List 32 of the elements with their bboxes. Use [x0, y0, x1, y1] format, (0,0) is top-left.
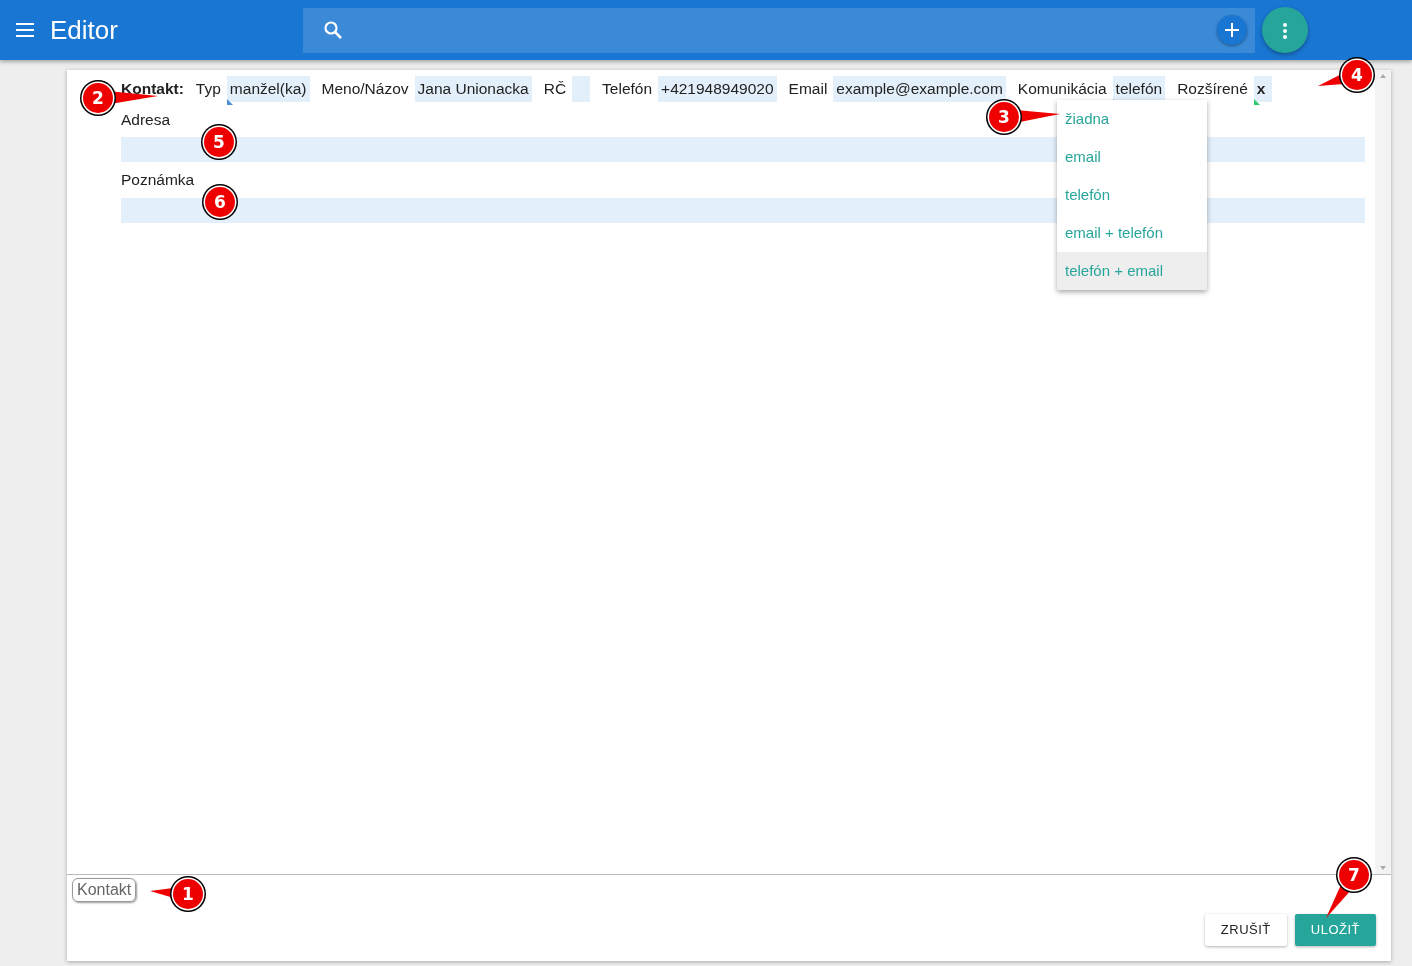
add-button[interactable]: [1216, 14, 1247, 45]
field-label: Typ: [195, 79, 221, 100]
menu-icon[interactable]: [16, 23, 34, 37]
tab-chip[interactable]: Kontakt: [72, 878, 137, 902]
search-icon: [322, 19, 343, 40]
select-field[interactable]: manžel(ka): [226, 76, 310, 102]
scroll-down-icon[interactable]: [1380, 866, 1386, 870]
text-field[interactable]: Jana Unionacka: [414, 76, 532, 102]
callout-marker: 6: [201, 183, 239, 221]
text-field[interactable]: +421948949020: [658, 76, 777, 102]
field-label: Komunikácia: [1017, 79, 1107, 100]
scroll-up-icon[interactable]: [1380, 74, 1386, 78]
form-heading: Kontakt:: [121, 79, 184, 100]
field-label: Adresa: [121, 110, 171, 130]
plus-icon: [1223, 22, 1240, 39]
field-label: Poznámka: [121, 170, 195, 191]
field-label: Email: [788, 79, 828, 100]
search-field[interactable]: [302, 7, 1255, 53]
cancel-button[interactable]: ZRUŠIŤ: [1204, 914, 1287, 946]
field-label: RČ: [543, 79, 567, 100]
text-field[interactable]: example@example.com: [833, 76, 1006, 102]
checkbox-field[interactable]: x: [1253, 76, 1272, 102]
field-label: Rozšírené: [1177, 79, 1248, 100]
callout-marker: 5: [200, 123, 238, 161]
scrollbar[interactable]: [1375, 70, 1391, 874]
more-icon: [1281, 21, 1288, 40]
select-field[interactable]: telefón: [1112, 76, 1166, 102]
more-button[interactable]: [1261, 7, 1308, 53]
text-field[interactable]: [572, 76, 591, 102]
field-label: Telefón: [602, 79, 653, 100]
field-label: Meno/Názov: [321, 79, 409, 100]
app-title: Editor: [50, 13, 118, 47]
